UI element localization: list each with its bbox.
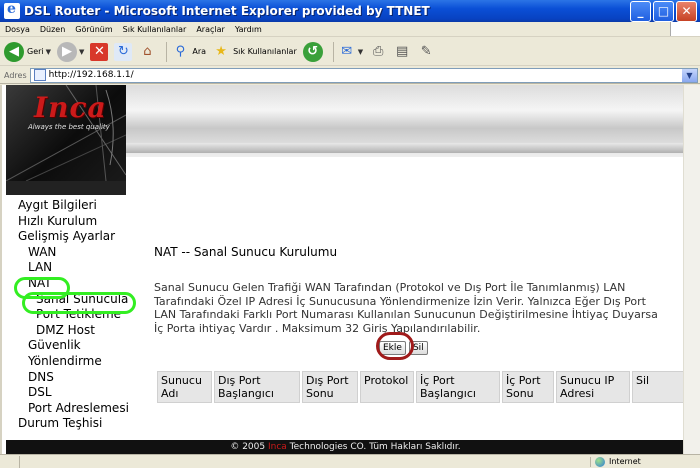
add-button-highlight: [376, 332, 414, 360]
col-server-ip: Sunucu IP Adresi: [556, 371, 630, 403]
forward-button[interactable]: ▶ ▼: [57, 41, 85, 62]
menu-tools[interactable]: Araçlar: [191, 25, 229, 34]
address-bar: Adres http://192.168.1.1/ ▼: [0, 67, 700, 84]
footer-brand: Inca: [267, 442, 287, 452]
page-viewport: Inca Always the best quality Aygıt Bilgi…: [0, 85, 700, 454]
logo-block: Inca Always the best quality: [6, 85, 126, 181]
col-internal-port-start: İç Port Başlangıcı: [416, 371, 500, 403]
history-button[interactable]: ↺: [302, 41, 323, 62]
menu-help[interactable]: Yardım: [230, 25, 267, 34]
col-internal-port-end: İç Port Sonu: [502, 371, 554, 403]
menu-view[interactable]: Görünüm: [70, 25, 117, 34]
sidebar-item-dns[interactable]: DNS: [6, 370, 126, 386]
refresh-icon: ↻: [114, 42, 133, 61]
back-arrow-icon: ◀: [4, 41, 24, 62]
menu-favorites[interactable]: Sık Kullanılanlar: [118, 25, 192, 34]
menu-file[interactable]: Dosya: [0, 25, 35, 34]
sidebar-menu: Aygıt Bilgileri Hızlı Kurulum Gelişmiş Aya…: [6, 198, 129, 432]
search-icon: ⚲: [175, 44, 186, 59]
virtual-server-highlight: [22, 292, 136, 314]
address-url[interactable]: http://192.168.1.1/: [49, 70, 682, 80]
windows-logo: [670, 22, 700, 36]
header-stripe: [126, 143, 685, 153]
col-protocol: Protokol: [360, 371, 414, 403]
chevron-down-icon: ▼: [79, 47, 85, 56]
sidebar-top-band: [6, 181, 126, 195]
page-icon: [33, 69, 46, 81]
messenger-button[interactable]: ✎: [417, 43, 435, 61]
vertical-scrollbar[interactable]: [683, 85, 700, 454]
edit-button[interactable]: ▤: [393, 43, 411, 61]
menu-bar: Dosya Düzen Görünüm Sık Kullanılanlar Ar…: [0, 22, 700, 37]
mail-icon: ✉: [341, 44, 353, 59]
col-external-port-start: Dış Port Başlangıcı: [214, 371, 300, 403]
document-icon: ▤: [395, 44, 409, 59]
menu-edit[interactable]: Düzen: [35, 25, 70, 34]
globe-icon: [595, 456, 605, 467]
address-input[interactable]: http://192.168.1.1/ ▼: [29, 67, 698, 83]
virtual-server-table: Sunucu Adı Dış Port Başlangıcı Dış Port …: [155, 369, 687, 405]
printer-icon: ⎙: [372, 44, 384, 59]
chevron-down-icon: ▼: [45, 47, 52, 56]
ie-icon: [4, 1, 20, 19]
maximize-button[interactable]: □: [653, 0, 674, 22]
col-delete: Sil: [632, 371, 685, 403]
sidebar-item-yönlendirme[interactable]: Yönlendirme: [6, 354, 126, 370]
table-header-row: Sunucu Adı Dış Port Başlangıcı Dış Port …: [157, 371, 685, 403]
sidebar-item-aygıt-bilgileri[interactable]: Aygıt Bilgileri: [6, 198, 126, 214]
search-button[interactable]: ⚲ Ara: [171, 43, 206, 61]
sidebar-item-hızlı-kurulum[interactable]: Hızlı Kurulum: [6, 214, 126, 230]
stop-icon: ✕: [90, 42, 109, 61]
forward-arrow-icon: ▶: [57, 41, 78, 62]
main-content: NAT -- Sanal Sunucu Kurulumu Sanal Sunuc…: [126, 181, 685, 454]
sidebar-item-güvenlik[interactable]: Güvenlik: [6, 338, 126, 354]
status-bar: Internet: [0, 454, 700, 468]
sidebar-item-port-adreslemesi[interactable]: Port Adreslemesi: [6, 401, 129, 417]
toolbar: ◀ Geri ▼ ▶ ▼ ✕ ↻ ⌂ ⚲ Ara ★ Sık Kullanıla…: [0, 38, 700, 66]
sidebar-item-gelişmiş-ayarlar[interactable]: Gelişmiş Ayarlar: [6, 229, 126, 245]
back-button[interactable]: ◀ Geri ▼: [4, 41, 52, 62]
footer: © 2005 Inca Technologies CO. Tüm Hakları…: [6, 440, 685, 454]
home-icon: ⌂: [143, 44, 152, 59]
col-server-name: Sunucu Adı: [157, 371, 212, 403]
chevron-down-icon: ▼: [357, 47, 364, 56]
stop-button[interactable]: ✕: [90, 42, 109, 61]
title-bar: DSL Router - Microsoft Internet Explorer…: [0, 0, 700, 22]
page-title: NAT -- Sanal Sunucu Kurulumu: [154, 245, 338, 259]
sidebar-item-wan[interactable]: WAN: [6, 245, 126, 261]
home-button[interactable]: ⌂: [138, 43, 156, 61]
print-button[interactable]: ⎙: [369, 43, 387, 61]
minimize-button[interactable]: _: [630, 0, 651, 22]
close-button[interactable]: ✕: [676, 0, 697, 22]
brand-logo: Inca: [34, 91, 107, 124]
col-external-port-end: Dış Port Sonu: [302, 371, 358, 403]
zone-label: Internet: [609, 457, 641, 466]
security-zone: Internet: [590, 456, 700, 467]
sidebar: Aygıt Bilgileri Hızlı Kurulum Gelişmiş Aya…: [6, 181, 129, 454]
pen-icon: ✎: [420, 44, 432, 59]
favorites-button[interactable]: ★ Sık Kullanılanlar: [212, 43, 296, 61]
address-label: Adres: [4, 70, 27, 80]
status-pane: [0, 455, 20, 468]
history-icon: ↺: [302, 41, 323, 62]
sidebar-item-dsl[interactable]: DSL: [6, 385, 126, 401]
star-icon: ★: [215, 44, 227, 59]
address-dropdown-button[interactable]: ▼: [682, 68, 697, 82]
toolbar-separator: [166, 41, 168, 62]
sidebar-item-dmz-host[interactable]: DMZ Host: [6, 323, 126, 339]
refresh-button[interactable]: ↻: [114, 42, 133, 61]
brand-tagline: Always the best quality: [28, 123, 110, 131]
router-header: Inca Always the best quality: [6, 85, 685, 181]
mail-button[interactable]: ✉ ▼: [338, 43, 363, 61]
page-description: Sanal Sunucu Gelen Trafiği WAN Tarafında…: [154, 281, 658, 335]
sidebar-item-durum-teşhisi[interactable]: Durum Teşhisi: [6, 416, 126, 432]
toolbar-separator: [332, 41, 334, 62]
sidebar-item-lan[interactable]: LAN: [6, 260, 126, 276]
window-title: DSL Router - Microsoft Internet Explorer…: [24, 4, 430, 18]
